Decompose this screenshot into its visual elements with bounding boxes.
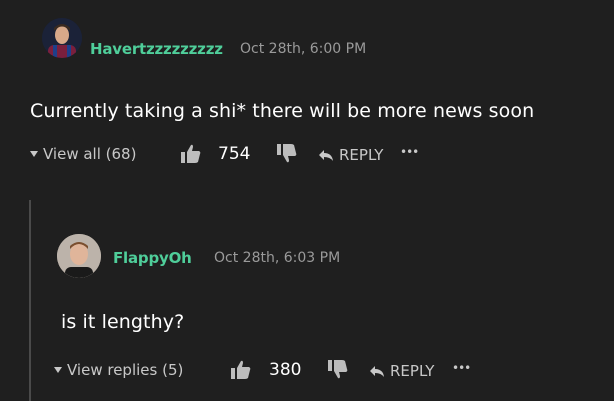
- view-replies-label: View replies (5): [67, 361, 184, 379]
- more-dots-icon: •••: [400, 145, 419, 159]
- username[interactable]: FlappyOh: [113, 249, 192, 267]
- thread-line: [29, 200, 31, 401]
- like-count: 754: [218, 144, 251, 164]
- more-dots-icon: •••: [452, 361, 471, 375]
- avatar-image: [57, 234, 101, 278]
- view-replies-button[interactable]: View replies (5): [53, 361, 183, 379]
- avatar[interactable]: [42, 18, 82, 58]
- avatar-image: [42, 18, 82, 58]
- thumbs-down-icon[interactable]: [276, 143, 297, 163]
- more-button[interactable]: •••: [452, 361, 471, 375]
- avatar[interactable]: [57, 234, 101, 278]
- view-all-button[interactable]: View all (68): [29, 145, 136, 163]
- caret-down-icon: [29, 150, 39, 158]
- reply-label: REPLY: [390, 362, 435, 380]
- thumbs-up-icon[interactable]: [180, 144, 201, 164]
- reply-arrow-icon: [318, 149, 334, 162]
- reply-button[interactable]: REPLY: [318, 146, 383, 164]
- thumbs-up-icon[interactable]: [230, 360, 251, 380]
- caret-down-icon: [53, 366, 63, 374]
- timestamp[interactable]: Oct 28th, 6:00 PM: [240, 41, 366, 57]
- timestamp[interactable]: Oct 28th, 6:03 PM: [214, 250, 340, 266]
- thumbs-down-icon[interactable]: [327, 359, 348, 379]
- reply-arrow-icon: [369, 365, 385, 378]
- more-button[interactable]: •••: [400, 145, 419, 159]
- reply-label: REPLY: [339, 146, 384, 164]
- comment-text: Currently taking a shi* there will be mo…: [30, 100, 535, 122]
- view-all-label: View all (68): [43, 145, 137, 163]
- like-count: 380: [269, 360, 302, 380]
- reply-button[interactable]: REPLY: [369, 362, 434, 380]
- username[interactable]: Havertzzzzzzzzz: [90, 40, 223, 58]
- reply-text: is it lengthy?: [61, 311, 185, 333]
